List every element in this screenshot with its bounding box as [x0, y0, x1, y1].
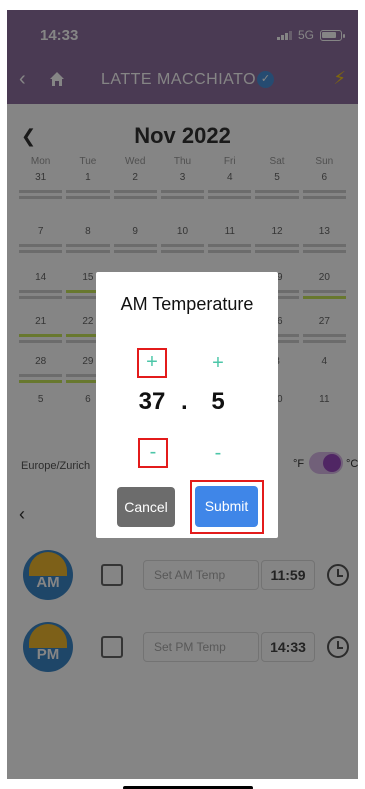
integer-decrement-button[interactable]: -	[138, 438, 168, 468]
decimal-increment-button[interactable]: +	[203, 348, 233, 378]
app-screen: 14:33 5G ‹ LATTE MACCHIATO ✓ ⚡ ❮ Nov 202…	[7, 10, 358, 779]
submit-highlight: Submit	[190, 480, 264, 534]
decimal-decrement-button[interactable]: -	[203, 438, 233, 468]
cancel-button[interactable]: Cancel	[117, 487, 175, 527]
temperature-dialog: AM Temperature + + 37 . 5 - - Cancel Sub…	[96, 272, 278, 538]
decimal-value: 5	[211, 388, 225, 415]
integer-value: 37	[138, 388, 166, 415]
submit-button[interactable]: Submit	[195, 486, 258, 527]
decimal-separator: .	[181, 388, 188, 415]
dialog-title: AM Temperature	[120, 294, 254, 314]
integer-increment-button[interactable]: +	[137, 348, 167, 378]
